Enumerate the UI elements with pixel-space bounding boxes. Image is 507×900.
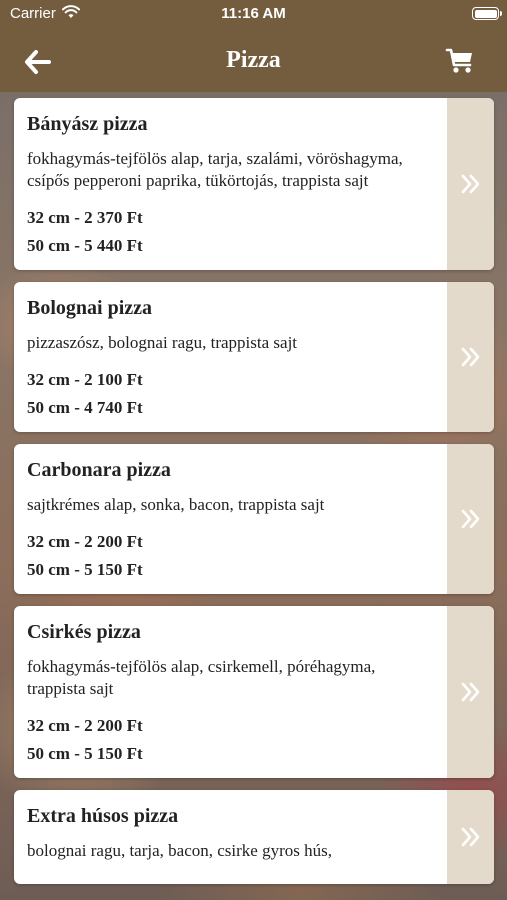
battery-icon: [472, 7, 502, 20]
pizza-card[interactable]: Carbonara pizza sajtkrémes alap, sonka, …: [14, 444, 494, 594]
pizza-name: Bolognai pizza: [27, 297, 153, 319]
status-time: 11:16 AM: [221, 5, 286, 22]
price-32cm: 32 cm - 2 200 Ft: [27, 716, 143, 735]
pizza-description: pizzaszósz, bolognai ragu, trappista saj…: [27, 333, 298, 352]
double-chevron-right-icon: [461, 509, 479, 529]
pizza-name: Bányász pizza: [27, 113, 148, 135]
pizza-card-content: Csirkés pizza fokhagymás-tejfölös alap, …: [14, 606, 494, 778]
status-bar: Carrier 11:16 AM: [0, 0, 507, 28]
pizza-name: Extra húsos pizza: [27, 805, 179, 827]
open-detail-button[interactable]: [447, 98, 494, 270]
pizza-list: Bányász pizza fokhagymás-tejfölös alap, …: [14, 98, 494, 896]
cart-icon: [445, 48, 472, 73]
pizza-card-content: Bányász pizza fokhagymás-tejfölös alap, …: [14, 98, 494, 270]
double-chevron-right-icon: [461, 174, 479, 194]
pizza-card-content: Bolognai pizza pizzaszósz, bolognai ragu…: [14, 282, 494, 432]
pizza-description: fokhagymás-tejfölös alap, tarja, szalámi…: [27, 149, 403, 190]
price-32cm: 32 cm - 2 100 Ft: [27, 370, 143, 389]
price-50cm: 50 cm - 5 150 Ft: [27, 560, 143, 579]
pizza-name: Csirkés pizza: [27, 621, 141, 643]
page-title: Pizza: [226, 47, 281, 73]
pizza-card-content: Carbonara pizza sajtkrémes alap, sonka, …: [14, 444, 494, 594]
pizza-card[interactable]: Bolognai pizza pizzaszósz, bolognai ragu…: [14, 282, 494, 432]
open-detail-button[interactable]: [447, 282, 494, 432]
double-chevron-right-icon: [461, 682, 479, 702]
price-50cm: 50 cm - 5 440 Ft: [27, 236, 143, 255]
pizza-description: fokhagymás-tejfölös alap, csirkemell, pó…: [27, 657, 376, 698]
pizza-description: sajtkrémes alap, sonka, bacon, trappista…: [27, 495, 325, 514]
pizza-description: bolognai ragu, tarja, bacon, csirke gyro…: [27, 841, 332, 860]
price-50cm: 50 cm - 4 740 Ft: [27, 398, 143, 417]
price-32cm: 32 cm - 2 200 Ft: [27, 532, 143, 551]
pizza-card[interactable]: Csirkés pizza fokhagymás-tejfölös alap, …: [14, 606, 494, 778]
open-detail-button[interactable]: [447, 444, 494, 594]
header-bar: Carrier 11:16 AM Pizza: [0, 0, 507, 92]
pizza-card-content: Extra húsos pizza bolognai ragu, tarja, …: [14, 790, 494, 884]
open-detail-button[interactable]: [447, 790, 494, 884]
pizza-card[interactable]: Extra húsos pizza bolognai ragu, tarja, …: [14, 790, 494, 884]
price-50cm: 50 cm - 5 150 Ft: [27, 744, 143, 763]
cart-button[interactable]: [445, 46, 475, 76]
open-detail-button[interactable]: [447, 606, 494, 778]
pizza-name: Carbonara pizza: [27, 459, 171, 481]
pizza-card[interactable]: Bányász pizza fokhagymás-tejfölös alap, …: [14, 98, 494, 270]
double-chevron-right-icon: [461, 827, 479, 847]
navigation-bar: Pizza: [0, 36, 507, 86]
double-chevron-right-icon: [461, 347, 479, 367]
price-32cm: 32 cm - 2 370 Ft: [27, 208, 143, 227]
